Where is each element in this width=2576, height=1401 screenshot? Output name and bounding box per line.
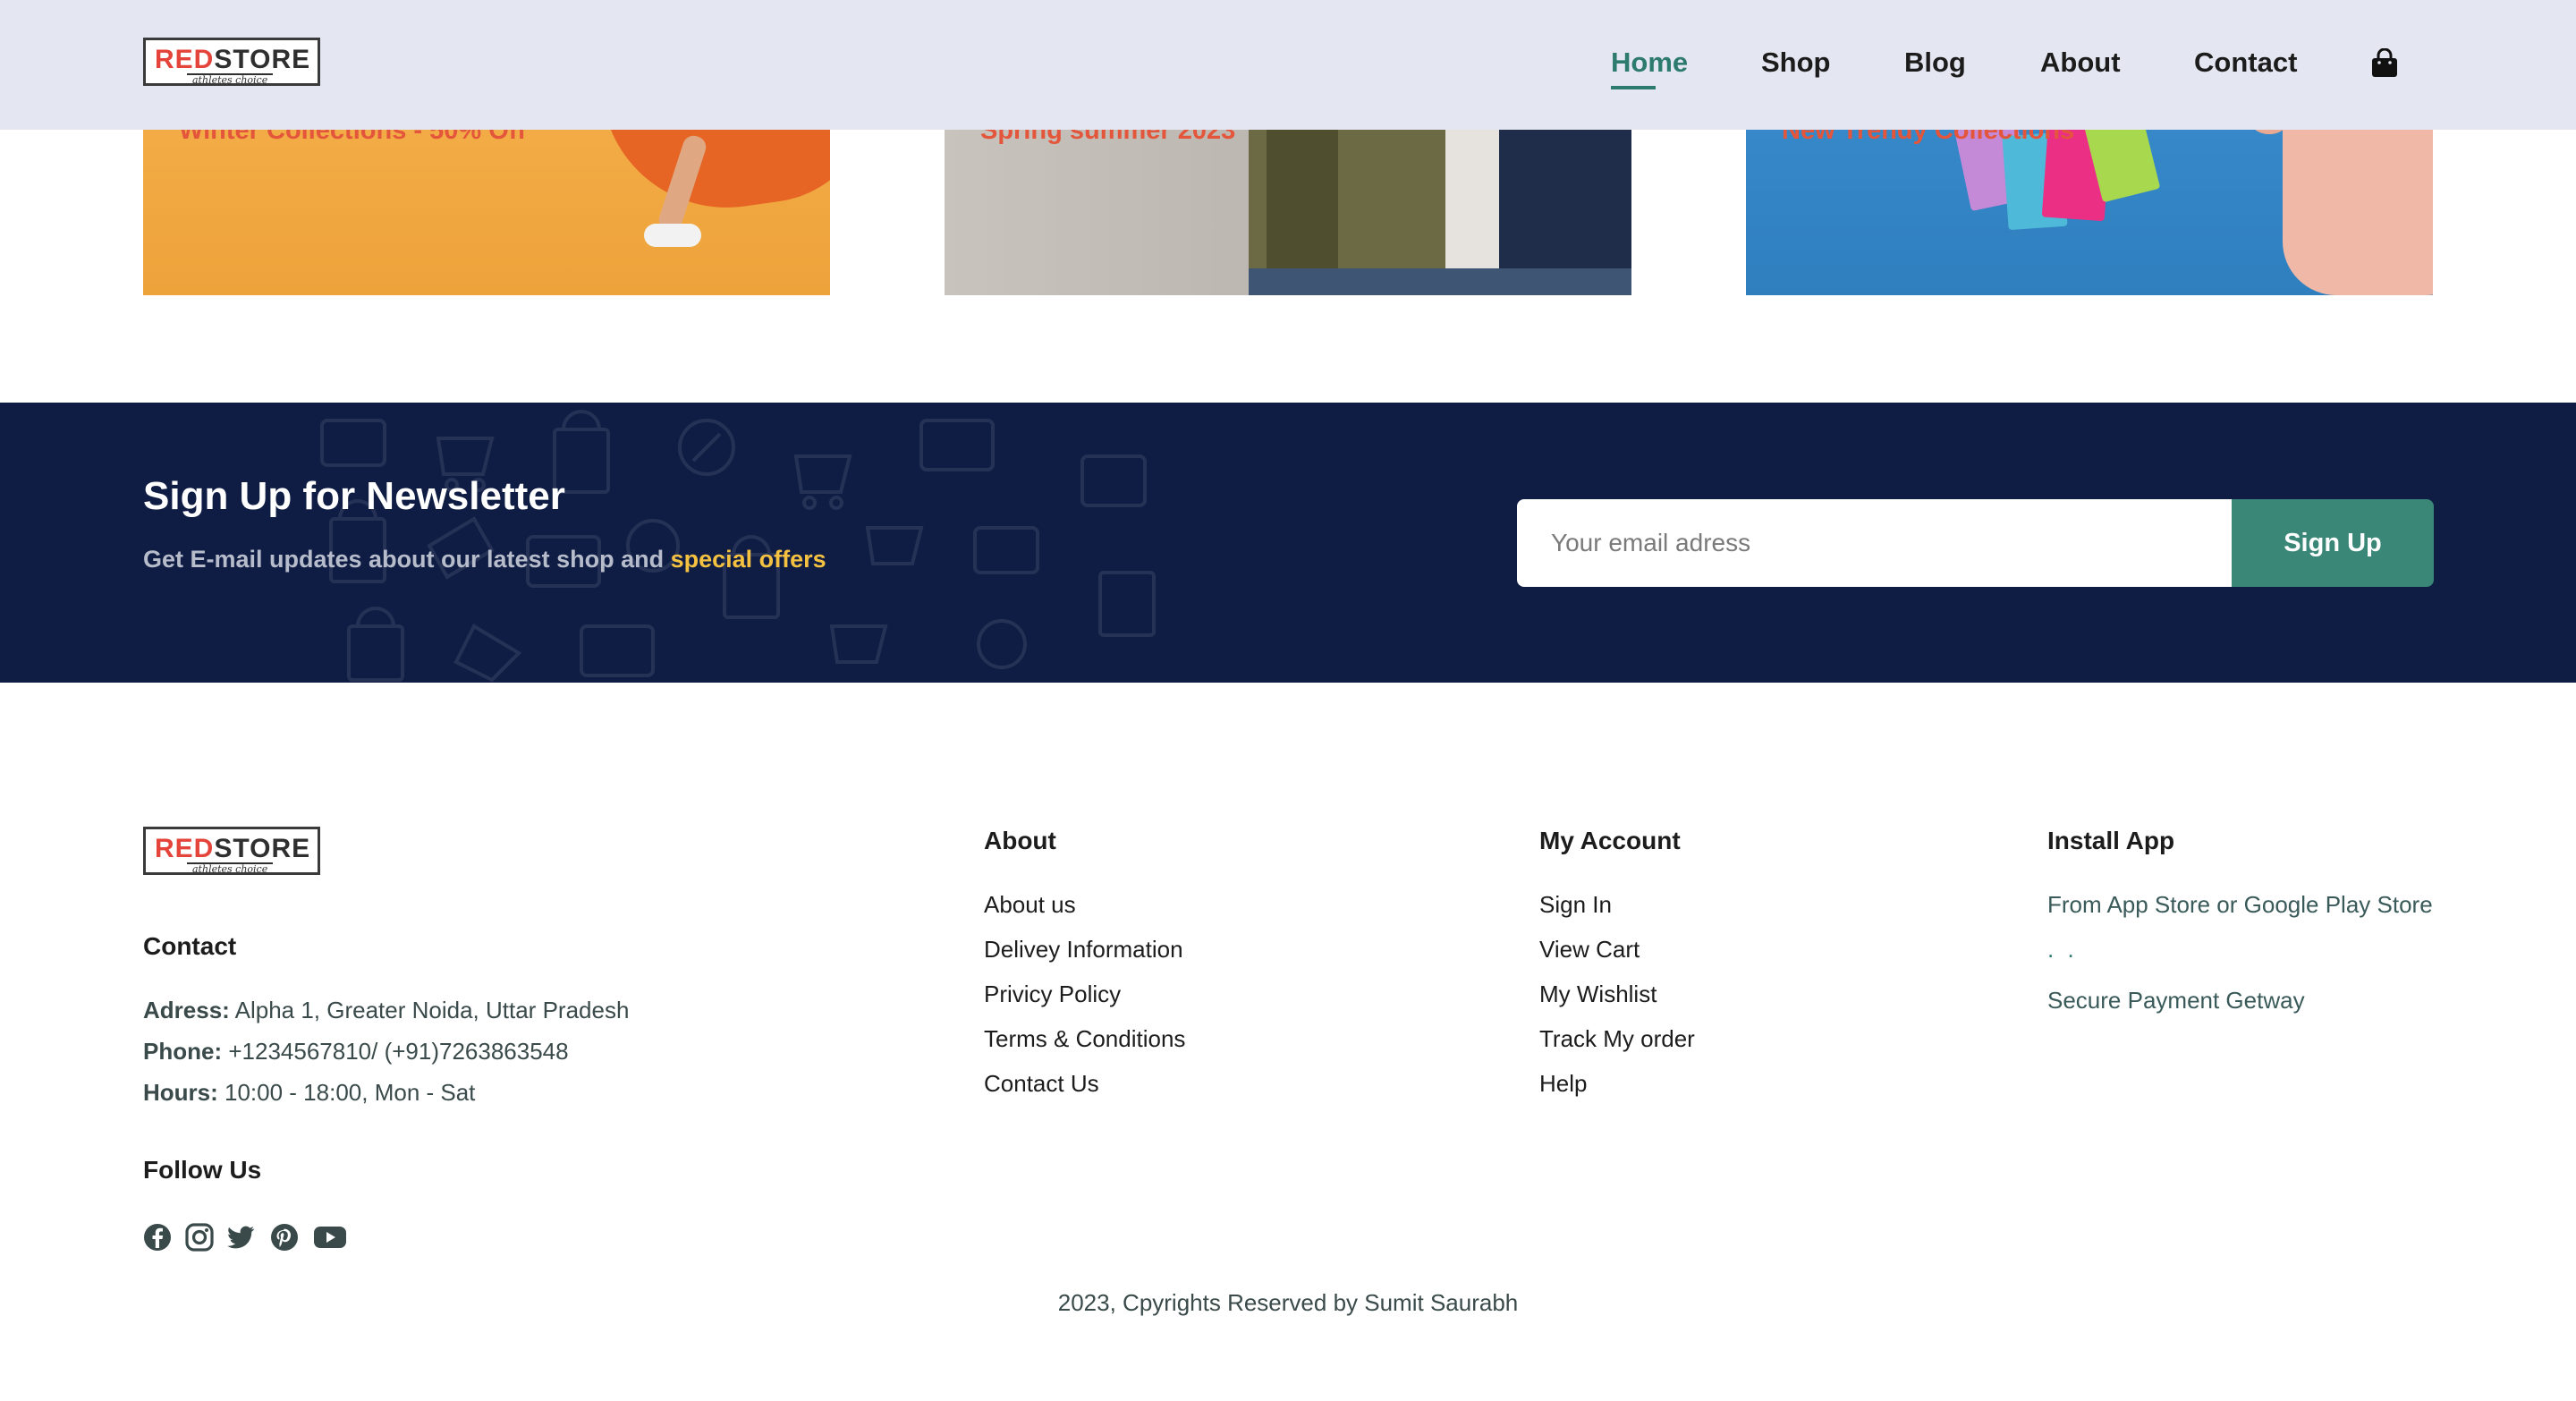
contact-phone: Phone: +1234567810/ (+91)7263863548 [143,1038,569,1065]
email-input[interactable] [1517,499,2233,587]
contact-heading: Contact [143,932,237,960]
footer-link-terms[interactable]: Terms & Conditions [984,1025,1185,1053]
app-store-text: From App Store or Google Play Store [2047,891,2433,918]
youtube-icon[interactable] [313,1222,347,1252]
contact-address: Adress: Alpha 1, Greater Noida, Uttar Pr… [143,997,630,1023]
shopping-pattern-background [320,410,1156,683]
nav-active-underline [1611,86,1656,89]
footer-link-about-us[interactable]: About us [984,891,1076,919]
model-jeans-shape [1249,268,1631,295]
site-header: REDSTORE athletes choice Home Shop Blog … [0,0,2576,130]
about-heading: About [984,827,1056,854]
site-logo[interactable]: REDSTORE athletes choice [143,38,320,86]
nav-contact[interactable]: Contact [2194,47,2297,79]
footer-link-track-order[interactable]: Track My order [1539,1025,1695,1053]
newsletter-highlight: special offers [670,546,826,573]
shopping-bag-icon[interactable] [2370,48,2399,79]
sign-up-button[interactable]: Sign Up [2232,499,2434,587]
nav-home[interactable]: Home [1611,47,1688,79]
footer-link-sign-in[interactable]: Sign In [1539,891,1612,919]
logo-tagline: athletes choice [187,862,274,875]
contact-hours: Hours: 10:00 - 18:00, Mon - Sat [143,1079,476,1106]
secure-payment-text: Secure Payment Getway [2047,987,2305,1014]
model-shoe-shape [644,224,701,247]
follow-us-heading: Follow Us [143,1156,262,1184]
nav-blog[interactable]: Blog [1904,47,1966,79]
instagram-icon[interactable] [184,1222,215,1252]
pinterest-icon[interactable] [269,1222,300,1252]
copyright-text: 2023, Cpyrights Reserved by Sumit Saurab… [1057,1289,1519,1316]
install-app-heading: Install App [2047,827,2175,854]
logo-wordmark: REDSTORE [155,834,311,863]
footer-link-view-cart[interactable]: View Cart [1539,936,1640,964]
footer-link-privacy-policy[interactable]: Privicy Policy [984,981,1121,1008]
newsletter-title: Sign Up for Newsletter [143,474,565,518]
nav-shop[interactable]: Shop [1761,47,1831,79]
footer-logo[interactable]: REDSTORE athletes choice [143,827,320,875]
logo-tagline: athletes choice [187,73,274,86]
app-badges-placeholder[interactable]: . . [2047,936,2078,964]
my-account-heading: My Account [1539,827,1681,854]
newsletter-subtitle: Get E-mail updates about our latest shop… [143,546,826,573]
facebook-icon[interactable] [142,1222,173,1252]
footer-link-help[interactable]: Help [1539,1070,1587,1098]
nav-about[interactable]: About [2040,47,2121,79]
newsletter-section: Sign Up for Newsletter Get E-mail update… [0,403,2576,683]
footer-link-contact-us[interactable]: Contact Us [984,1070,1099,1098]
logo-wordmark: REDSTORE [155,45,311,74]
twitter-icon[interactable] [225,1222,256,1252]
footer-link-delivery-info[interactable]: Delivey Information [984,936,1183,964]
footer-link-wishlist[interactable]: My Wishlist [1539,981,1657,1008]
